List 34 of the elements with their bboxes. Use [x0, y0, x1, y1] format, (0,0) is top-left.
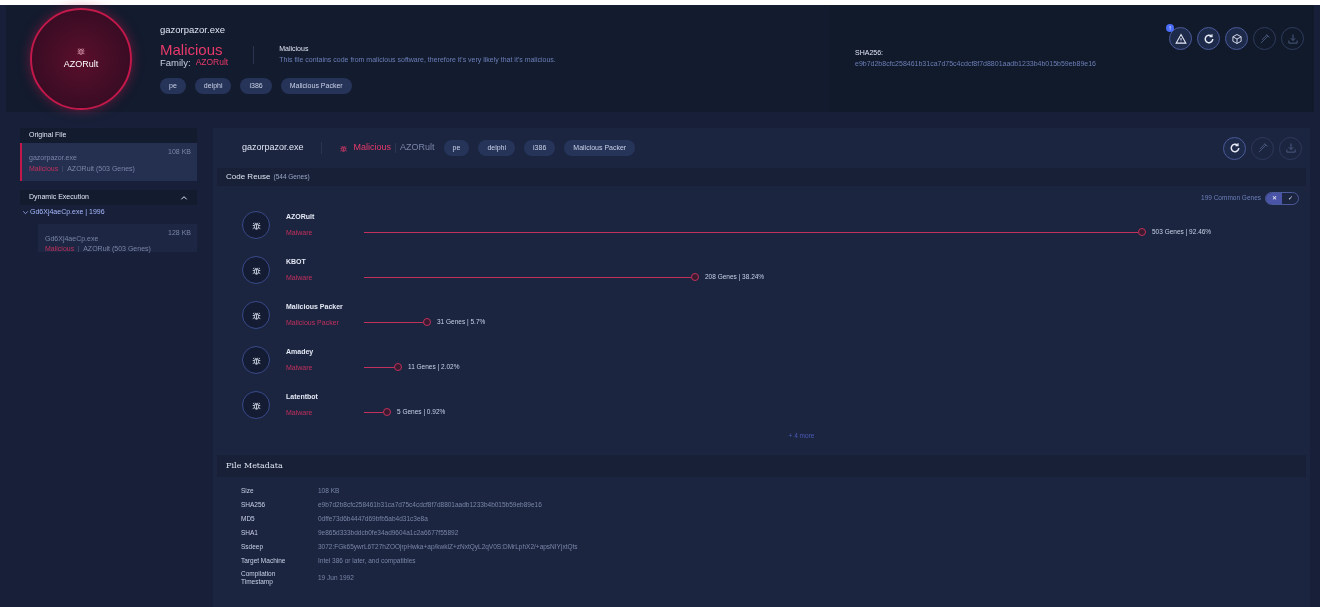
level-bar [364, 318, 431, 326]
bug-icon [338, 143, 348, 153]
pin-icon [1256, 142, 1269, 154]
family-name: AZORult [400, 141, 435, 155]
bug-icon [242, 301, 270, 329]
verdict-text: Malicious [353, 141, 392, 155]
verdict-text: Malicious [160, 41, 224, 57]
level-bar [364, 408, 391, 416]
section-title: File Metadata [226, 459, 283, 472]
family-name: AZORult [195, 56, 229, 68]
file-name: gazorpazor.exe [242, 141, 304, 155]
refresh-icon [1228, 142, 1241, 154]
bug-icon [242, 256, 270, 284]
bug-icon [242, 391, 270, 419]
download-icon [1284, 142, 1297, 154]
refresh-icon [1202, 32, 1215, 45]
pin-icon [1258, 32, 1271, 45]
level-bar [364, 363, 402, 371]
file-name: gazorpazor.exe [160, 22, 226, 37]
bug-icon [242, 211, 270, 239]
bug-icon [76, 45, 86, 56]
warning-button[interactable] [1169, 27, 1192, 50]
badge-label: AZORult [63, 57, 99, 71]
section-title: Code Reuse [226, 171, 271, 183]
warning-icon [1174, 32, 1187, 45]
family-label: Family: [160, 56, 191, 68]
cube-button[interactable] [1225, 27, 1248, 50]
refresh-button[interactable] [1197, 27, 1220, 50]
chevron-down-icon [22, 208, 29, 216]
chevron-up-icon [180, 193, 188, 202]
refresh-button[interactable] [1223, 136, 1246, 160]
bug-icon [242, 346, 270, 374]
cube-icon [1230, 32, 1243, 45]
download-icon [1286, 32, 1299, 45]
